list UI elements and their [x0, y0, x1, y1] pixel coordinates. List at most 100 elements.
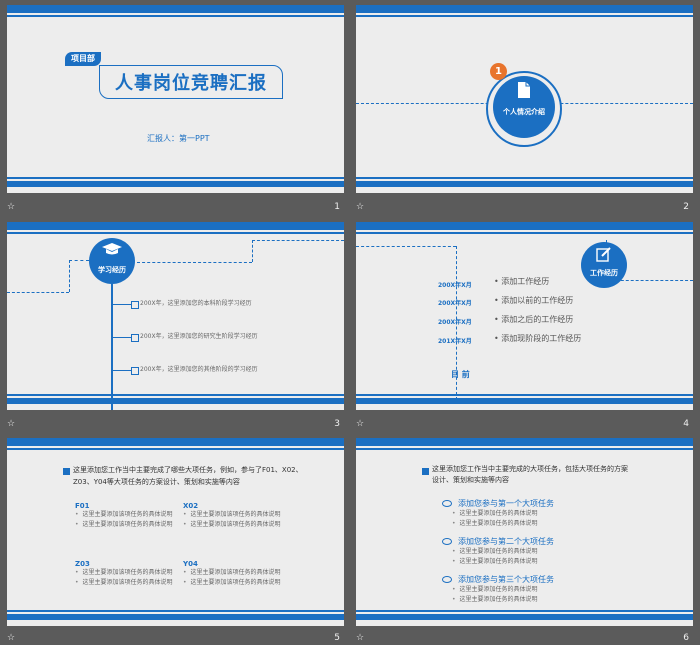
dashed-line-left-top: [69, 260, 89, 261]
task-line-text: 这里主要添加该项任务的具体说明: [82, 569, 173, 576]
task-line-text: 这里主要添加任务的具体说明: [459, 586, 538, 593]
slide-number: 1: [334, 202, 340, 212]
bottom-bar: [356, 614, 693, 620]
task-line-text: 这里主要添加任务的具体说明: [459, 558, 538, 565]
top-line: [356, 15, 693, 17]
timeline-item: [113, 304, 133, 305]
task-line-text: 这里主要添加该项任务的具体说明: [82, 521, 173, 528]
slide-4[interactable]: 工作经历 200X年X月 200X年X月 200X年X月 201X年X月 目 前…: [356, 222, 693, 410]
slide-number: 5: [334, 633, 340, 643]
intro-text: 这里添加您工作当中主要完成了哪些大项任务，例如，参与了F01、X02、Z03、Y…: [73, 466, 303, 486]
intro-marker: [63, 468, 70, 475]
top-bar: [356, 222, 693, 230]
task-block: 添加您参与第三个大项任务 • 这里主要添加任务的具体说明 • 这里主要添加任务的具体…: [442, 574, 642, 605]
task-code: F01: [75, 502, 90, 510]
bottom-line: [7, 394, 344, 396]
footer-5: ☆ 5: [7, 631, 344, 645]
task-title: 添加您参与第一个大项任务: [458, 499, 554, 508]
intro-text: 这里添加您工作当中主要完成的大项任务，包括大项任务的方案设计、策划和实施等内容: [432, 465, 628, 484]
task-line-text: 这里主要添加该项任务的具体说明: [82, 511, 173, 518]
slide-number: 2: [683, 202, 689, 212]
date-label: 200X年X月: [438, 282, 472, 289]
task-line-text: 这里主要添加任务的具体说明: [459, 548, 538, 555]
task-code: Z03: [75, 560, 90, 568]
task-line: • 这里主要添加任务的具体说明: [452, 510, 538, 517]
top-line: [7, 448, 344, 450]
task-group: F01 • 这里主要添加该项任务的具体说明 • 这里主要添加该项任务的具体说明: [75, 502, 175, 530]
graduation-cap-icon: [101, 242, 123, 258]
task-group: Y04 • 这里主要添加该项任务的具体说明 • 这里主要添加该项任务的具体说明: [183, 560, 283, 588]
top-bar: [356, 5, 693, 13]
bottom-bar: [7, 614, 344, 620]
timeline-text: 200X年，这里添加您的本科阶段学习经历: [140, 300, 252, 307]
footer-3: ☆ 3: [7, 417, 344, 431]
timeline-marker: [131, 334, 139, 342]
job-item-text: 添加工作经历: [501, 277, 550, 286]
task-line-text: 这里主要添加该项任务的具体说明: [190, 521, 281, 528]
footer-star-icon: ☆: [356, 202, 365, 212]
bottom-line: [356, 610, 693, 612]
top-bar: [7, 5, 344, 13]
job-item-text: 添加以前的工作经历: [501, 296, 574, 305]
bottom-line: [356, 177, 693, 179]
task-code: X02: [183, 502, 199, 510]
top-line: [7, 15, 344, 17]
task-line: • 这里主要添加该项任务的具体说明: [183, 521, 281, 528]
slide-number: 3: [334, 419, 340, 429]
task-line-text: 这里主要添加任务的具体说明: [459, 520, 538, 527]
project-tag: 项目部: [65, 52, 101, 66]
task-line: • 这里主要添加任务的具体说明: [452, 596, 538, 603]
bottom-line: [356, 394, 693, 396]
footer-2: ☆ 2: [356, 200, 693, 214]
top-bar: [7, 222, 344, 230]
task-line: • 这里主要添加该项任务的具体说明: [75, 579, 173, 586]
task-block: 添加您参与第一个大项任务 • 这里主要添加任务的具体说明 • 这里主要添加任务的具体…: [442, 498, 642, 529]
slide-number: 6: [683, 633, 689, 643]
job-item: • 添加现阶段的工作经历: [494, 334, 582, 343]
dashed-line-right: [137, 262, 252, 263]
date-label: 200X年X月: [438, 319, 472, 326]
bottom-bar: [7, 398, 344, 404]
footer-star-icon: ☆: [356, 633, 365, 643]
date-now: 目 前: [451, 370, 470, 379]
timeline-marker: [131, 367, 139, 375]
dashed-line-left: [356, 246, 456, 247]
footer-4: ☆ 4: [356, 417, 693, 431]
timeline-text: 200X年，这里添加您的其他阶段的学习经历: [140, 366, 258, 373]
circle-label: 学习经历: [98, 266, 126, 274]
slide-1[interactable]: 项目部 人事岗位竞聘汇报 汇报人：第一PPT: [7, 5, 344, 193]
task-line: • 这里主要添加该项任务的具体说明: [183, 569, 281, 576]
task-line-text: 这里主要添加该项任务的具体说明: [82, 579, 173, 586]
document-icon: [517, 81, 531, 99]
task-block: 添加您参与第二个大项任务 • 这里主要添加任务的具体说明 • 这里主要添加任务的具体…: [442, 536, 642, 567]
slide-5[interactable]: 这里添加您工作当中主要完成了哪些大项任务，例如，参与了F01、X02、Z03、Y…: [7, 438, 344, 626]
top-line: [356, 232, 693, 234]
top-line: [7, 232, 344, 234]
task-line: • 这里主要添加任务的具体说明: [452, 586, 538, 593]
bottom-bar: [356, 398, 693, 404]
bottom-line: [7, 610, 344, 612]
timeline: [111, 284, 113, 410]
task-code: Y04: [183, 560, 198, 568]
task-line-text: 这里主要添加任务的具体说明: [459, 510, 538, 517]
footer-6: ☆ 6: [356, 631, 693, 645]
timeline-item: [113, 337, 133, 338]
task-line: • 这里主要添加该项任务的具体说明: [75, 521, 173, 528]
top-bar: [356, 438, 693, 446]
footer-star-icon: ☆: [7, 633, 16, 643]
job-item: • 添加工作经历: [494, 277, 550, 286]
slide-3[interactable]: 学习经历 200X年，这里添加您的本科阶段学习经历 200X年，这里添加您的研究…: [7, 222, 344, 410]
job-item-text: 添加现阶段的工作经历: [501, 334, 582, 343]
eye-icon: [442, 500, 452, 507]
slide-6[interactable]: 这里添加您工作当中主要完成的大项任务，包括大项任务的方案设计、策划和实施等内容 …: [356, 438, 693, 626]
dashed-line-left: [7, 292, 69, 293]
bottom-bar: [7, 181, 344, 187]
footer-star-icon: ☆: [7, 419, 16, 429]
date-label: 200X年X月: [438, 300, 472, 307]
circle-label: 个人情况介绍: [503, 108, 545, 116]
slide-2[interactable]: 个人情况介绍 1: [356, 5, 693, 193]
task-title: 添加您参与第二个大项任务: [458, 537, 554, 546]
intro-marker: [422, 468, 429, 475]
eye-icon: [442, 538, 452, 545]
number-badge: 1: [490, 63, 507, 80]
